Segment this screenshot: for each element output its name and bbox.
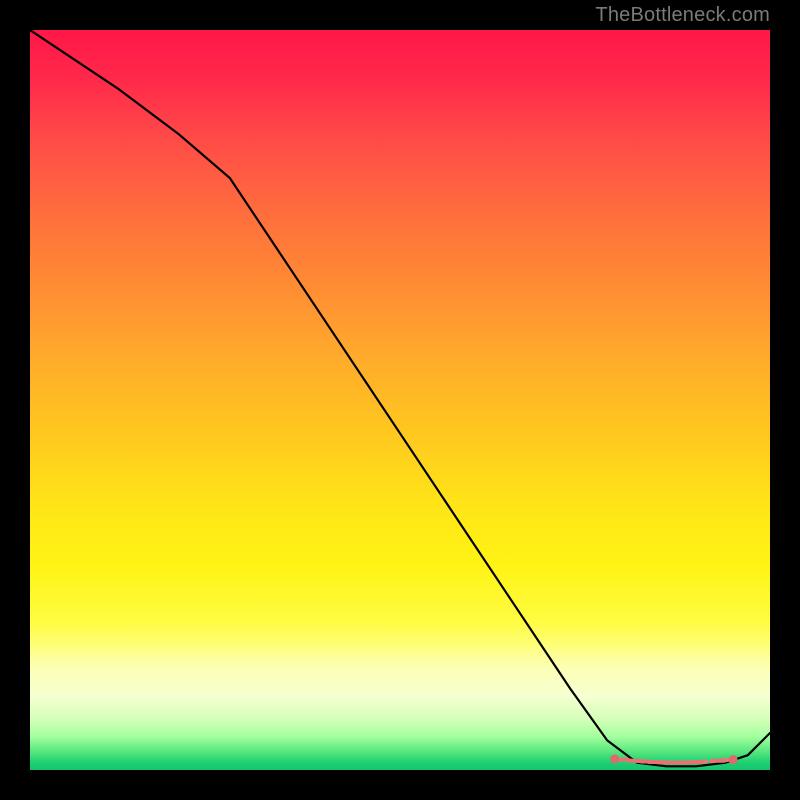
watermark-text: TheBottleneck.com	[595, 4, 770, 27]
curve-layer	[30, 30, 770, 770]
trough-marker-group	[615, 759, 733, 763]
bottleneck-curve-path	[30, 30, 770, 766]
chart-stage: TheBottleneck.com	[0, 0, 800, 800]
plot-area	[30, 30, 770, 770]
